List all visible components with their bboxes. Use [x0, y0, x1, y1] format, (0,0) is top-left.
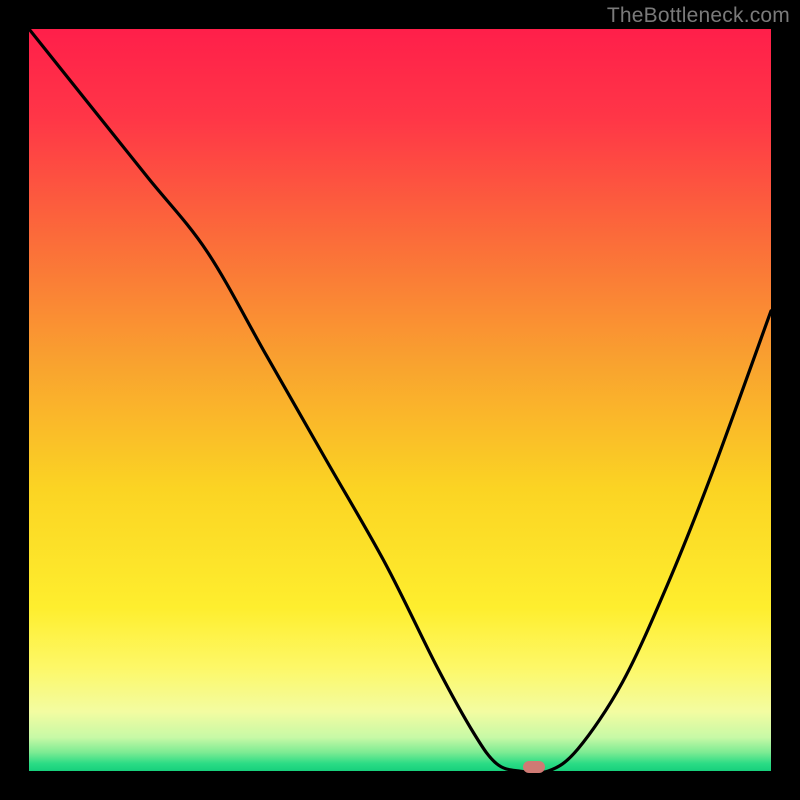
optimal-point-marker [523, 761, 545, 773]
watermark-text: TheBottleneck.com [607, 4, 790, 28]
chart-frame: TheBottleneck.com [0, 0, 800, 800]
bottleneck-curve [29, 29, 771, 771]
plot-area [29, 29, 771, 771]
